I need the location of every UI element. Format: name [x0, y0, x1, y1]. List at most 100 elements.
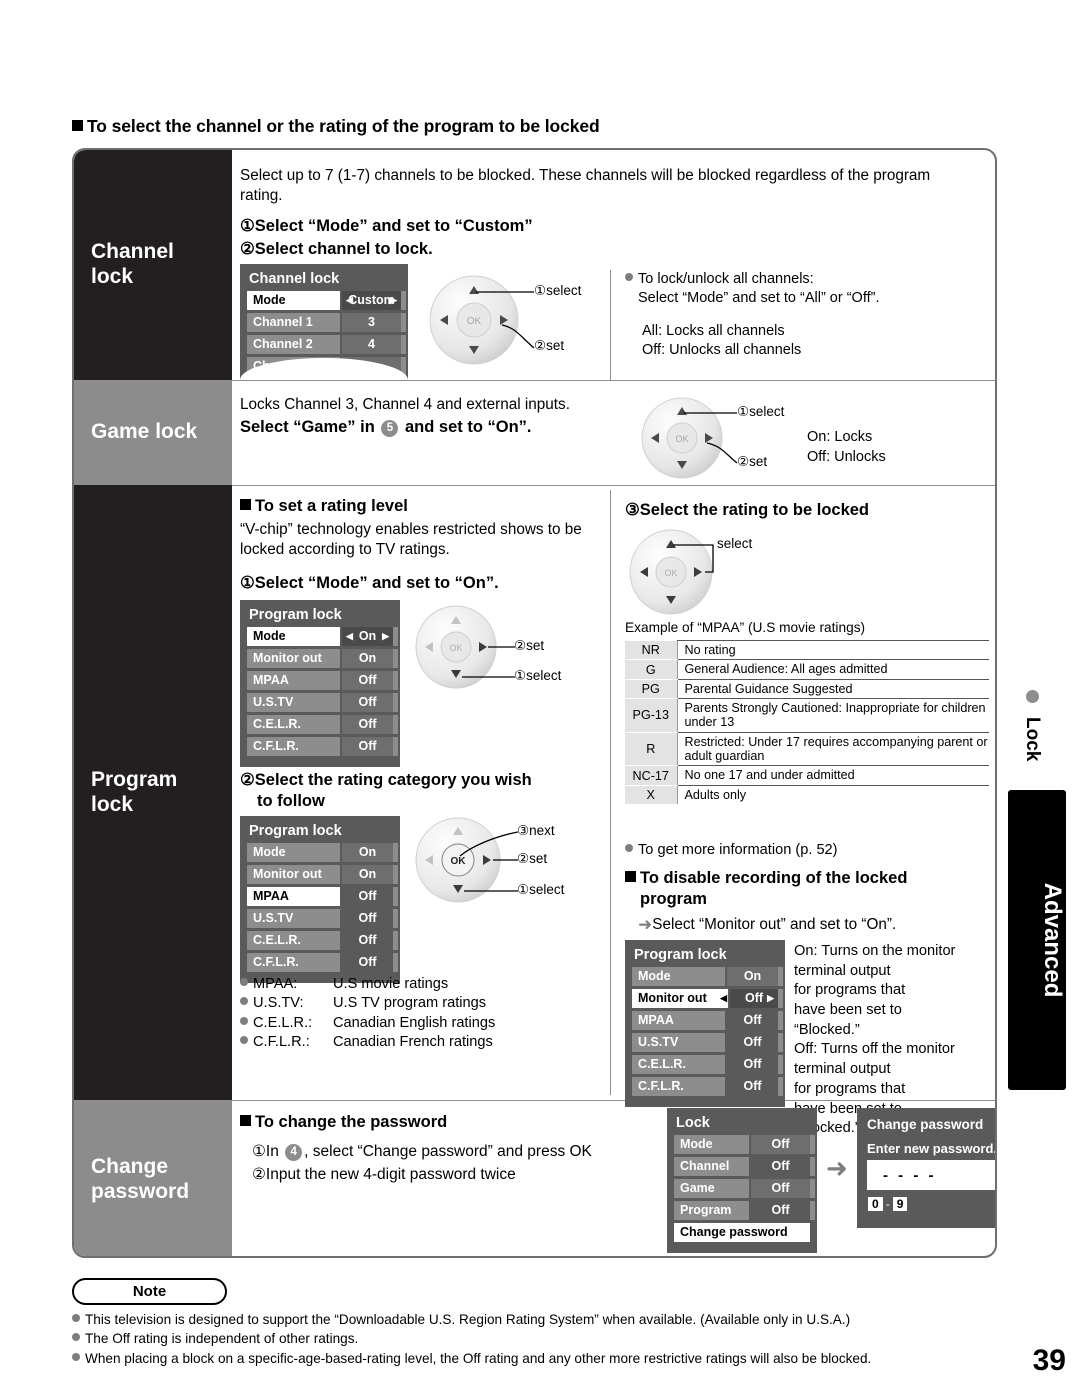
legend-item: C.F.L.R.: Canadian French ratings — [240, 1033, 495, 1052]
osd-row-label: U.S.TV — [632, 1033, 725, 1052]
osd-row[interactable]: Game Off — [674, 1179, 815, 1198]
rating-code: R — [625, 732, 677, 767]
osd-title: Lock — [676, 1115, 710, 1131]
osd-row[interactable]: Mode ◀ Custom ▶ — [247, 291, 406, 310]
osd-row-value: 4 — [342, 335, 406, 354]
password-field[interactable]: - - - - — [867, 1160, 995, 1190]
nav-pad-channel-lock[interactable]: OK ①select ②set — [424, 270, 594, 370]
osd-row[interactable]: U.S.TV Off — [247, 909, 398, 928]
osd-row[interactable]: C.F.L.R. Off — [247, 737, 398, 756]
nav-pad-program-3[interactable]: OK select — [625, 525, 785, 620]
osd-row[interactable]: C.F.L.R. Off — [632, 1077, 783, 1096]
rating-desc: No rating — [676, 639, 989, 661]
pad-label-set: ②set — [517, 851, 548, 866]
osd-row[interactable]: Mode On — [632, 967, 783, 986]
osd-row[interactable]: C.E.L.R. Off — [247, 715, 398, 734]
page-title: To select the channel or the rating of t… — [72, 116, 600, 137]
note-list: This television is designed to support t… — [72, 1310, 1012, 1368]
disable-recording-step: ➜Select “Monitor out” and set to “On”. — [638, 915, 897, 934]
osd-title: Program lock — [634, 947, 727, 963]
osd-row[interactable]: C.F.L.R. Off — [247, 953, 398, 972]
round-bullet-icon — [240, 978, 248, 986]
nav-pad-program-1[interactable]: OK ②set ①select — [410, 600, 570, 695]
osd-row[interactable]: U.S.TV Off — [247, 693, 398, 712]
osd-row[interactable]: Monitor out ◀ Off ▶ — [632, 989, 783, 1008]
osd-title: Program lock — [249, 823, 342, 839]
osd-row-label: C.E.L.R. — [247, 931, 340, 950]
tab-lock[interactable]: Lock — [1012, 684, 1052, 794]
square-bullet-icon — [240, 499, 251, 510]
divider — [610, 490, 611, 1095]
osd-row[interactable]: Program Off — [674, 1201, 815, 1220]
osd-title: Channel lock — [249, 271, 340, 287]
note-item: When placing a block on a specific-age-b… — [72, 1349, 1012, 1368]
badge-4: 4 — [285, 1144, 303, 1161]
arrow-right-icon: ➜ — [638, 915, 653, 934]
rating-desc: General Audience: All ages admitted — [676, 659, 989, 680]
note-item: The Off rating is independent of other r… — [72, 1329, 1012, 1348]
osd-row[interactable]: C.E.L.R. Off — [247, 931, 398, 950]
note-badge-label: Note — [132, 1283, 167, 1300]
osd-row-value: Off — [727, 1033, 783, 1052]
osd-row-value: Off — [342, 737, 398, 756]
change-password-head: To change the password — [240, 1113, 447, 1132]
osd-row[interactable]: MPAA Off — [247, 671, 398, 690]
rating-desc: Parental Guidance Suggested — [676, 679, 989, 700]
osd-row[interactable]: Mode Off — [674, 1135, 815, 1154]
table-row: NR No rating — [625, 639, 989, 661]
osd-row-label: Channel 1 — [247, 313, 340, 332]
sidebar-item-program-lock[interactable]: Program lock — [74, 485, 232, 1100]
osd-row[interactable]: Channel Off — [674, 1157, 815, 1176]
sidebar-item-change-password[interactable]: Change password — [74, 1100, 232, 1256]
pad-label-set: ②set — [514, 638, 545, 653]
note-item: This television is designed to support t… — [72, 1310, 1012, 1329]
osd-row[interactable]: Channel 1 3 — [247, 313, 406, 332]
osd-row[interactable]: C.E.L.R. Off — [632, 1055, 783, 1074]
sidebar-label-channel-lock: Channel lock — [91, 240, 174, 288]
osd-row-change-password[interactable]: Change password — [674, 1223, 810, 1242]
osd-row-label: Mode — [632, 967, 725, 986]
program-lock-step1: ①Select “Mode” and set to “On”. — [240, 574, 499, 592]
mpaa-example-caption: Example of “MPAA” (U.S movie ratings) — [625, 620, 866, 635]
osd-row-label: Mode — [674, 1135, 749, 1154]
osd-row-label: C.E.L.R. — [247, 715, 340, 734]
round-bullet-icon — [240, 997, 248, 1006]
osd-row[interactable]: Monitor out On — [247, 649, 398, 668]
osd-row-value: On — [727, 967, 783, 986]
tab-advanced[interactable]: Advanced — [1008, 790, 1066, 1090]
rating-code: PG-13 — [625, 698, 677, 733]
osd-row-value: On — [342, 649, 398, 668]
svg-text:OK: OK — [664, 568, 677, 578]
round-bullet-icon — [625, 273, 633, 281]
osd-row-label: U.S.TV — [247, 909, 340, 928]
osd-row-label: MPAA — [632, 1011, 725, 1030]
sidebar-item-channel-lock[interactable]: Channel lock — [74, 150, 232, 380]
osd-title: Change password — [867, 1117, 984, 1132]
divider — [232, 485, 995, 486]
pad-label-select: ①select — [517, 882, 565, 897]
svg-text:OK: OK — [449, 643, 462, 653]
table-row: NC-17 No one 17 and under admitted — [625, 765, 989, 786]
osd-row[interactable]: U.S.TV Off — [632, 1033, 783, 1052]
nav-pad-program-2[interactable]: OK ③next ②set ①select — [410, 812, 580, 912]
divider — [232, 380, 995, 381]
osd-row-value: Off — [727, 1077, 783, 1096]
table-row: X Adults only — [625, 785, 989, 805]
sidebar-item-game-lock[interactable]: Game lock — [74, 380, 232, 485]
pad-label-set: ②set — [534, 338, 565, 353]
osd-row-label: MPAA — [247, 671, 340, 690]
osd-row[interactable]: Mode On — [247, 843, 398, 862]
osd-prompt: Enter new password. — [867, 1141, 997, 1156]
svg-text:OK: OK — [675, 434, 688, 444]
nav-pad-game-lock[interactable]: OK ①select ②set — [637, 393, 807, 483]
osd-row[interactable]: Monitor out On — [247, 865, 398, 884]
pad-label-select: ①select — [534, 283, 582, 298]
osd-row[interactable]: MPAA Off — [632, 1011, 783, 1030]
osd-row-label: Mode — [247, 291, 340, 310]
osd-row[interactable]: Mode ◀ On ▶ — [247, 627, 398, 646]
osd-row[interactable]: Channel 2 4 — [247, 335, 406, 354]
osd-row[interactable]: MPAA Off — [247, 887, 398, 906]
more-info-line: To get more information (p. 52) — [625, 842, 838, 858]
tab-lock-label: Lock — [1022, 716, 1043, 762]
square-bullet-icon — [72, 120, 83, 131]
